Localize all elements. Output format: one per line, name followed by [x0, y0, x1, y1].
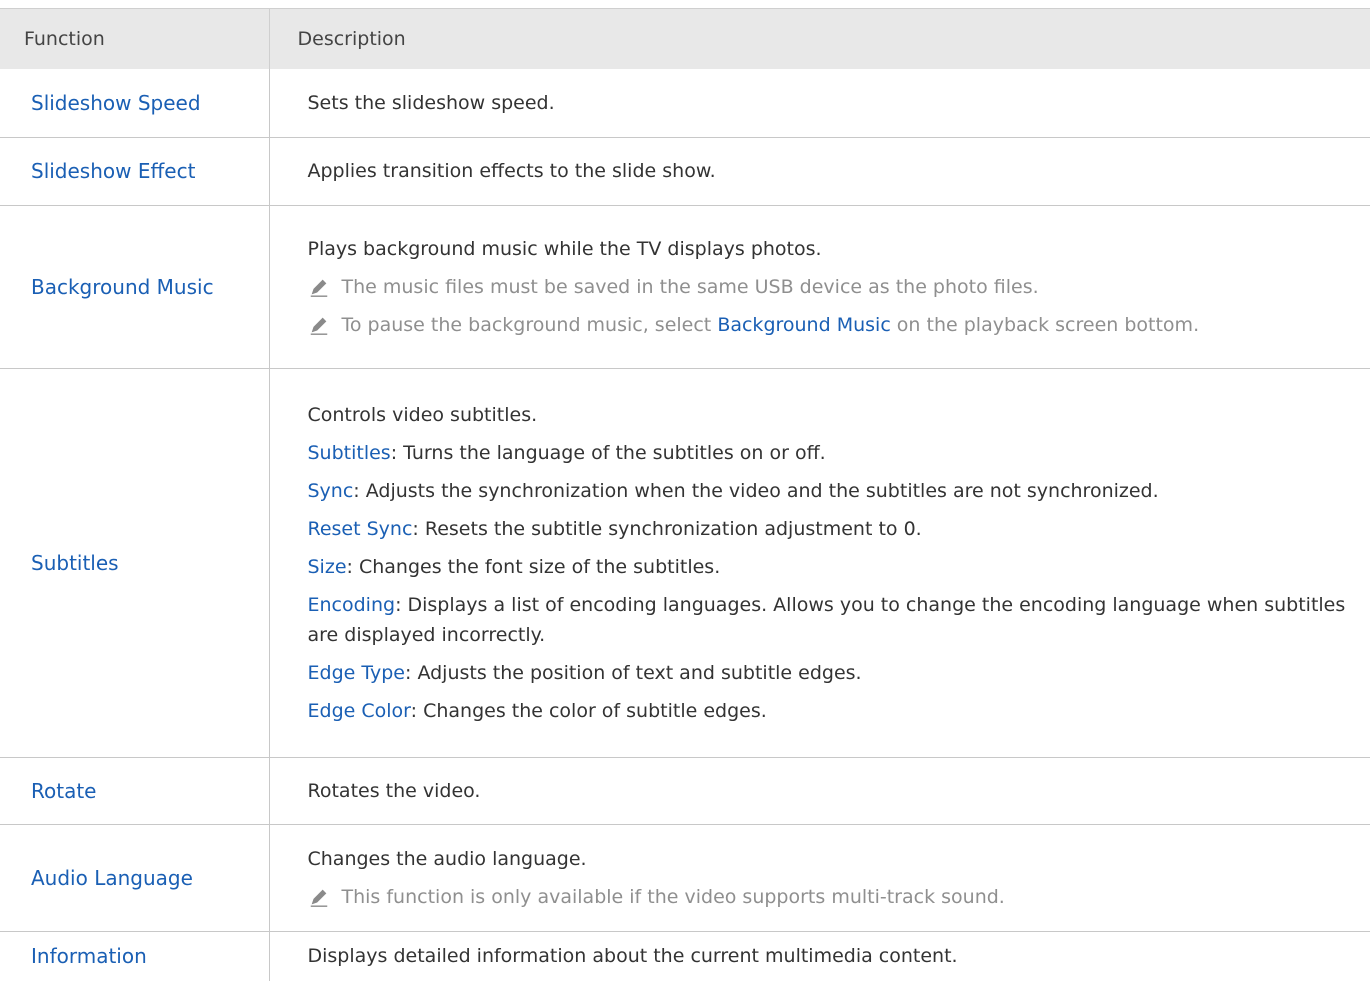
pencil-icon [310, 279, 327, 297]
table-row: Information Displays detailed informatio… [0, 931, 1370, 981]
subtitle-option: Sync: Adjusts the synchronization when t… [308, 472, 1351, 510]
option-term: Encoding [307, 593, 396, 616]
description-cell: Displays detailed information about the … [268, 931, 1370, 981]
table-row: Background Music Plays background music … [0, 205, 1370, 369]
option-term: Edge Type [307, 661, 406, 684]
subtitle-option: Size: Changes the font size of the subti… [308, 548, 1351, 586]
function-name: Rotate [0, 757, 269, 825]
note-text: This function is only available if the v… [341, 885, 1005, 908]
note-text: The music files must be saved in the sam… [341, 275, 1039, 298]
option-text: : Turns the language of the subtitles on… [390, 441, 826, 464]
subtitle-option: Reset Sync: Resets the subtitle synchron… [308, 510, 1351, 548]
description-text: Plays background music while the TV disp… [307, 237, 822, 260]
function-table: Function Description Slideshow Speed Set… [0, 8, 1370, 981]
option-text: : Adjusts the position of text and subti… [405, 661, 862, 684]
description-text: Controls video subtitles. [307, 403, 538, 426]
option-text: : Changes the color of subtitle edges. [410, 699, 767, 722]
description-text: Sets the slideshow speed. [307, 91, 555, 114]
description-text: Applies transition effects to the slide … [307, 160, 716, 182]
note-line: To pause the background music, select Ba… [308, 306, 1351, 344]
pencil-icon [310, 317, 327, 335]
table-row: Audio Language Changes the audio languag… [0, 824, 1370, 932]
option-term: Reset Sync [307, 517, 413, 540]
description-cell: Sets the slideshow speed. [268, 69, 1370, 138]
table-header-row: Function Description [0, 8, 1370, 69]
description-cell: Plays background music while the TV disp… [268, 205, 1370, 369]
subtitle-option: Encoding: Displays a list of encoding la… [308, 586, 1351, 654]
option-term: Size [307, 555, 347, 578]
option-text: : Displays a list of encoding languages.… [307, 593, 1346, 646]
note-term: Background Music [717, 313, 891, 336]
description-text: Displays detailed information about the … [307, 945, 958, 968]
table-row: Rotate Rotates the video. [0, 757, 1370, 825]
option-term: Edge Color [307, 699, 411, 722]
note-line: The music files must be saved in the sam… [308, 268, 1351, 306]
header-description: Description [268, 8, 1370, 69]
description-text: Rotates the video. [307, 779, 481, 802]
function-name: Subtitles [0, 368, 269, 758]
note-text: on the playback screen bottom. [890, 313, 1200, 336]
description-text: Changes the audio language. [307, 847, 587, 870]
option-term: Subtitles [307, 441, 391, 464]
function-name: Information [31, 944, 147, 969]
subtitle-option: Edge Type: Adjusts the position of text … [308, 654, 1351, 692]
description-cell: Applies transition effects to the slide … [268, 137, 1370, 206]
option-text: : Resets the subtitle synchronization ad… [412, 517, 922, 540]
function-name: Slideshow Speed [0, 69, 269, 138]
header-function: Function [0, 8, 269, 69]
table-row: Slideshow Speed Sets the slideshow speed… [0, 69, 1370, 138]
description-cell: Controls video subtitles. Subtitles: Tur… [268, 368, 1370, 758]
function-name: Background Music [0, 205, 269, 369]
note-line: This function is only available if the v… [308, 878, 1351, 916]
table-row: Subtitles Controls video subtitles. Subt… [0, 368, 1370, 758]
option-text: : Changes the font size of the subtitles… [346, 555, 721, 578]
subtitle-option: Edge Color: Changes the color of subtitl… [308, 692, 1351, 730]
option-term: Sync [307, 479, 354, 502]
option-text: : Adjusts the synchronization when the v… [353, 479, 1159, 502]
function-name: Audio Language [0, 824, 269, 932]
description-cell: Changes the audio language. This functio… [268, 824, 1370, 932]
function-name: Slideshow Effect [0, 137, 269, 206]
table-row: Slideshow Effect Applies transition effe… [0, 137, 1370, 206]
note-text: To pause the background music, select [341, 313, 718, 336]
description-cell: Rotates the video. [268, 757, 1370, 825]
pencil-icon [310, 889, 327, 907]
subtitle-option: Subtitles: Turns the language of the sub… [308, 434, 1351, 472]
